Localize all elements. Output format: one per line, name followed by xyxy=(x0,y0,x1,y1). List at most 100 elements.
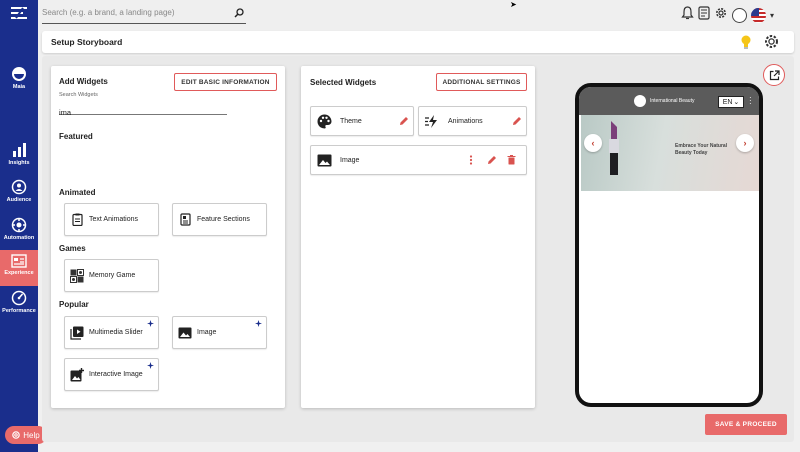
add-widgets-title: Add Widgets xyxy=(59,77,108,86)
nav-item-experience[interactable]: Experience xyxy=(0,250,38,286)
search-widgets-label: Search Widgets xyxy=(59,92,98,98)
widget-multimedia-slider[interactable]: Multimedia Slider xyxy=(64,316,159,349)
global-search xyxy=(42,6,246,24)
additional-settings-button[interactable]: ADDITIONAL SETTINGS xyxy=(436,73,527,91)
phone-preview: International Beauty EN ⌄ · · · Embrace You… xyxy=(575,83,763,407)
widget-label: Text Animations xyxy=(89,216,139,223)
carousel-prev-button[interactable]: ‹ xyxy=(584,134,602,152)
experience-icon xyxy=(11,254,27,268)
widget-text-animations[interactable]: Text Animations xyxy=(64,203,159,236)
open-in-new-icon xyxy=(769,69,780,80)
nav-label-performance: Performance xyxy=(2,308,36,314)
trash-icon[interactable] xyxy=(507,155,516,165)
selected-widget-label: Animations xyxy=(448,117,483,125)
nav-label-insights: Insights xyxy=(8,160,30,166)
document-icon[interactable] xyxy=(698,6,710,25)
nav-item-insights[interactable]: Insights xyxy=(0,142,38,178)
widget-label: Multimedia Slider xyxy=(89,329,143,336)
help-label: Help xyxy=(23,430,40,440)
widget-feature-sections[interactable]: Feature Sections xyxy=(172,203,267,236)
selected-widget-label: Image xyxy=(340,156,360,164)
clipboard-icon xyxy=(70,213,84,227)
selected-widgets-title: Selected Widgets xyxy=(310,78,377,87)
sparkle-icon xyxy=(255,320,262,327)
widget-label: Memory Game xyxy=(89,272,136,279)
widget-interactive-image[interactable]: Interactive Image xyxy=(64,358,159,391)
page-header: Setup Storyboard xyxy=(42,31,794,53)
widget-label: Feature Sections xyxy=(197,216,250,223)
nav-label-audience: Audience xyxy=(6,197,32,203)
brand-logo xyxy=(634,95,646,107)
selected-widget-theme[interactable]: Theme xyxy=(310,106,414,136)
edit-pencil-icon[interactable] xyxy=(399,116,409,126)
search-widgets-field xyxy=(59,102,227,117)
top-bar: ▾ xyxy=(38,0,800,30)
language-value: EN xyxy=(722,98,733,106)
hero-banner: Embrace Your Natural Beauty Today ‹ › xyxy=(581,115,759,191)
animation-icon xyxy=(425,114,437,128)
chevron-down-icon: ⌄ xyxy=(733,99,740,106)
gear-icon[interactable] xyxy=(763,33,780,50)
lifebuoy-icon xyxy=(12,431,21,439)
automation-icon xyxy=(11,217,27,233)
chevron-down-icon[interactable]: ▾ xyxy=(770,11,774,20)
nav-item-audience[interactable]: Audience xyxy=(0,179,38,215)
nav-label-automation: Automation xyxy=(3,235,35,241)
search-icon[interactable] xyxy=(234,8,244,18)
profile-avatar[interactable] xyxy=(731,8,747,23)
more-vertical-icon[interactable]: · · · xyxy=(749,94,752,108)
hero-tagline-line-2: Beauty Today xyxy=(675,150,708,156)
audience-icon xyxy=(11,179,27,195)
global-search-input[interactable] xyxy=(42,8,222,17)
save-and-proceed-button[interactable]: SAVE & PROCEED xyxy=(705,414,787,435)
help-button[interactable]: Help xyxy=(5,426,47,444)
edit-pencil-icon[interactable] xyxy=(487,155,497,165)
bar-chart-icon xyxy=(13,143,26,157)
nav-item-automation[interactable]: Automation xyxy=(0,217,38,253)
video-library-icon xyxy=(70,326,84,340)
add-image-icon xyxy=(70,367,84,382)
language-select[interactable]: EN ⌄ xyxy=(718,96,744,108)
mouse-cursor-icon: ➤ xyxy=(510,0,517,9)
us-flag-icon[interactable] xyxy=(750,8,766,23)
lipstick-image xyxy=(609,121,619,175)
image-icon xyxy=(178,326,192,340)
selected-widgets-panel: Selected Widgets ADDITIONAL SETTINGS The… xyxy=(301,66,535,408)
hero-tagline-line-1: Embrace Your Natural xyxy=(675,143,728,149)
nav-item-maia[interactable]: Maia xyxy=(0,66,38,102)
image-icon xyxy=(317,154,332,166)
widget-memory-game[interactable]: Memory Game xyxy=(64,259,159,292)
preview-header: International Beauty EN ⌄ · · · xyxy=(579,87,759,115)
palette-icon xyxy=(317,114,332,128)
section-popular: Popular xyxy=(59,300,89,309)
memory-game-icon xyxy=(70,268,84,283)
more-vertical-icon[interactable] xyxy=(469,155,473,165)
bell-icon[interactable] xyxy=(681,6,694,25)
edit-basic-info-button[interactable]: EDIT BASIC INFORMATION xyxy=(174,73,277,91)
search-widgets-input[interactable] xyxy=(59,108,227,117)
section-animated: Animated xyxy=(59,188,96,197)
section-featured: Featured xyxy=(59,132,93,141)
widget-image[interactable]: Image xyxy=(172,316,267,349)
widget-label: Interactive Image xyxy=(89,371,143,378)
app-logo[interactable] xyxy=(10,6,28,20)
gauge-icon xyxy=(11,290,27,306)
selected-widget-image[interactable]: Image xyxy=(310,145,527,175)
nav-label-experience: Experience xyxy=(4,270,34,276)
widget-label: Image xyxy=(197,329,217,336)
page-title: Setup Storyboard xyxy=(51,37,123,47)
add-widgets-panel: Add Widgets EDIT BASIC INFORMATION Searc… xyxy=(51,66,285,408)
open-preview-button[interactable] xyxy=(763,64,785,86)
selected-widget-animations[interactable]: Animations xyxy=(418,106,527,136)
left-nav-rail: Maia Insights Audience Automation Experi… xyxy=(0,0,38,452)
nav-label-maia: Maia xyxy=(12,84,26,90)
section-games: Games xyxy=(59,244,86,253)
article-icon xyxy=(178,213,192,227)
nav-item-performance[interactable]: Performance xyxy=(0,290,38,326)
sparkle-icon xyxy=(147,320,154,327)
carousel-next-button[interactable]: › xyxy=(736,134,754,152)
lightbulb-icon[interactable] xyxy=(740,34,752,50)
settings-icon[interactable] xyxy=(714,6,728,25)
selected-widget-label: Theme xyxy=(340,117,362,125)
edit-pencil-icon[interactable] xyxy=(512,116,522,126)
